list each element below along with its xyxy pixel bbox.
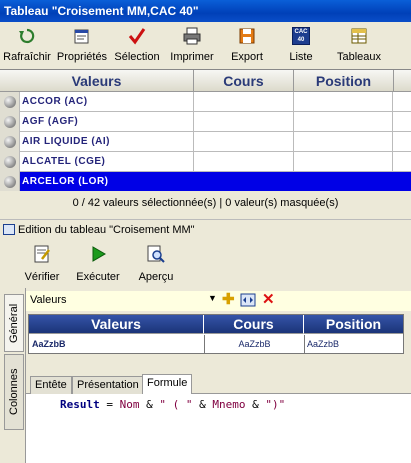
cell-valeur: ACCOR (AC) (22, 96, 88, 107)
formula-text[interactable]: Result = Nom & " ( " & Mnemo & ")" (60, 398, 285, 411)
cell-cours (193, 112, 293, 132)
preview-header-cours[interactable]: Cours (204, 315, 304, 334)
editor-title-bar: Edition du tableau "Croisement MM" (0, 219, 411, 239)
window-title: Tableau "Croisement MM,CAC 40" (0, 0, 411, 22)
properties-button[interactable]: Propriétés (56, 24, 108, 66)
formula-tabs: Entête Présentation Formule (26, 374, 411, 394)
formula-string-2: ")" (265, 398, 286, 411)
formula-string-1: " ( " (159, 398, 193, 411)
print-button[interactable]: Imprimer (166, 24, 218, 66)
selection-button[interactable]: Sélection (110, 24, 164, 66)
preview-row: AaZzbB AaZzbB AaZzbB (29, 335, 403, 353)
formula-eq: = (99, 398, 120, 411)
editor-title: Edition du tableau "Croisement MM" (18, 224, 195, 236)
preview-header-valeurs[interactable]: Valeurs (29, 315, 204, 334)
table-row[interactable]: ACCOR (AC) (0, 92, 411, 112)
refresh-button[interactable]: Rafraîchir (0, 24, 54, 66)
values-grid: Valeurs Cours Position ACCOR (AC) AGF (A… (0, 69, 411, 192)
delete-icon[interactable]: ✕ (262, 291, 275, 309)
verify-icon (34, 245, 50, 263)
status-bar: 0 / 42 valeurs sélectionnée(s) | 0 valeu… (0, 191, 411, 215)
preview-header-position[interactable]: Position (304, 315, 403, 334)
tables-icon (351, 28, 367, 44)
tab-general[interactable]: Général (4, 294, 24, 352)
side-tabs: Général Colonnes (0, 288, 26, 463)
main-toolbar: Rafraîchir Propriétés Sélection Imprimer… (0, 22, 411, 68)
refresh-icon (19, 28, 35, 44)
cell-cours (193, 92, 293, 112)
column-field-label: Valeurs (30, 294, 67, 306)
table-row[interactable]: AGF (AGF) (0, 112, 411, 132)
execute-button[interactable]: Exécuter (74, 242, 122, 286)
formula-keyword: Result (60, 398, 100, 411)
table-row-selected[interactable]: ARCELOR (LOR) (0, 172, 411, 192)
row-marker (0, 112, 20, 132)
column-header-valeurs[interactable]: Valeurs (0, 70, 194, 92)
row-marker (0, 92, 20, 112)
dropdown-arrow-icon[interactable]: ▼ (208, 293, 217, 303)
bullet-icon (4, 176, 16, 188)
preview-button[interactable]: Aperçu (134, 242, 178, 286)
table-row[interactable]: AIR LIQUIDE (AI) (0, 132, 411, 152)
column-header-filler (394, 70, 411, 92)
export-button[interactable]: Export (222, 24, 272, 66)
preview-grid: Valeurs Cours Position AaZzbB AaZzbB AaZ… (28, 314, 404, 354)
add-icon[interactable]: ✚ (222, 291, 235, 309)
bullet-icon (4, 156, 16, 168)
cell-position (293, 152, 393, 172)
list-icon: CAC 40 (292, 27, 310, 45)
row-marker (0, 152, 20, 172)
editor-toolbar: Vérifier Exécuter Aperçu (0, 240, 411, 288)
column-field-bar: Valeurs ▼ ✚ ✕ (26, 291, 411, 311)
tab-colonnes[interactable]: Colonnes (4, 354, 24, 430)
formula-concat-1: & (139, 398, 160, 411)
cell-valeur: AIR LIQUIDE (AI) (22, 136, 110, 147)
cell-cours (193, 132, 293, 152)
verify-button[interactable]: Vérifier (22, 242, 62, 286)
move-column-icon[interactable] (240, 293, 256, 307)
bullet-icon (4, 136, 16, 148)
formula-field-mnemo: Mnemo (212, 398, 246, 411)
tab-presentation[interactable]: Présentation (72, 376, 144, 394)
properties-icon (74, 29, 89, 44)
cell-position (293, 92, 393, 112)
printer-icon (183, 27, 201, 45)
cell-position (293, 112, 393, 132)
row-marker (0, 132, 20, 152)
play-icon (92, 246, 106, 262)
formula-concat-3: & (245, 398, 266, 411)
tables-button[interactable]: Tableaux (330, 24, 388, 66)
column-header-position[interactable]: Position (294, 70, 394, 92)
bullet-icon (4, 116, 16, 128)
table-icon (3, 224, 15, 235)
column-header-cours[interactable]: Cours (194, 70, 294, 92)
bullet-icon (4, 96, 16, 108)
cell-cours (193, 152, 293, 172)
cell-valeur: ALCATEL (CGE) (22, 156, 106, 167)
cell-position (293, 172, 393, 192)
formula-concat-2: & (192, 398, 213, 411)
list-button[interactable]: CAC 40 Liste (278, 24, 324, 66)
export-icon (239, 28, 255, 44)
table-row[interactable]: ALCATEL (CGE) (0, 152, 411, 172)
formula-editor[interactable]: Result = Nom & " ( " & Mnemo & ")" (26, 394, 411, 463)
formula-field-nom: Nom (119, 398, 140, 411)
cell-cours (193, 172, 293, 192)
preview-cell-cours: AaZzbB (204, 335, 304, 353)
row-marker (0, 172, 20, 192)
preview-cell-position: AaZzbB (304, 335, 403, 353)
tab-formule[interactable]: Formule (142, 374, 193, 394)
selection-icon (128, 28, 146, 45)
cell-valeur: AGF (AGF) (22, 116, 79, 127)
preview-cell-valeur: AaZzbB (32, 339, 66, 349)
cell-position (293, 132, 393, 152)
tab-entete[interactable]: Entête (30, 376, 72, 394)
cell-valeur: ARCELOR (LOR) (22, 176, 109, 187)
preview-icon (147, 245, 165, 263)
